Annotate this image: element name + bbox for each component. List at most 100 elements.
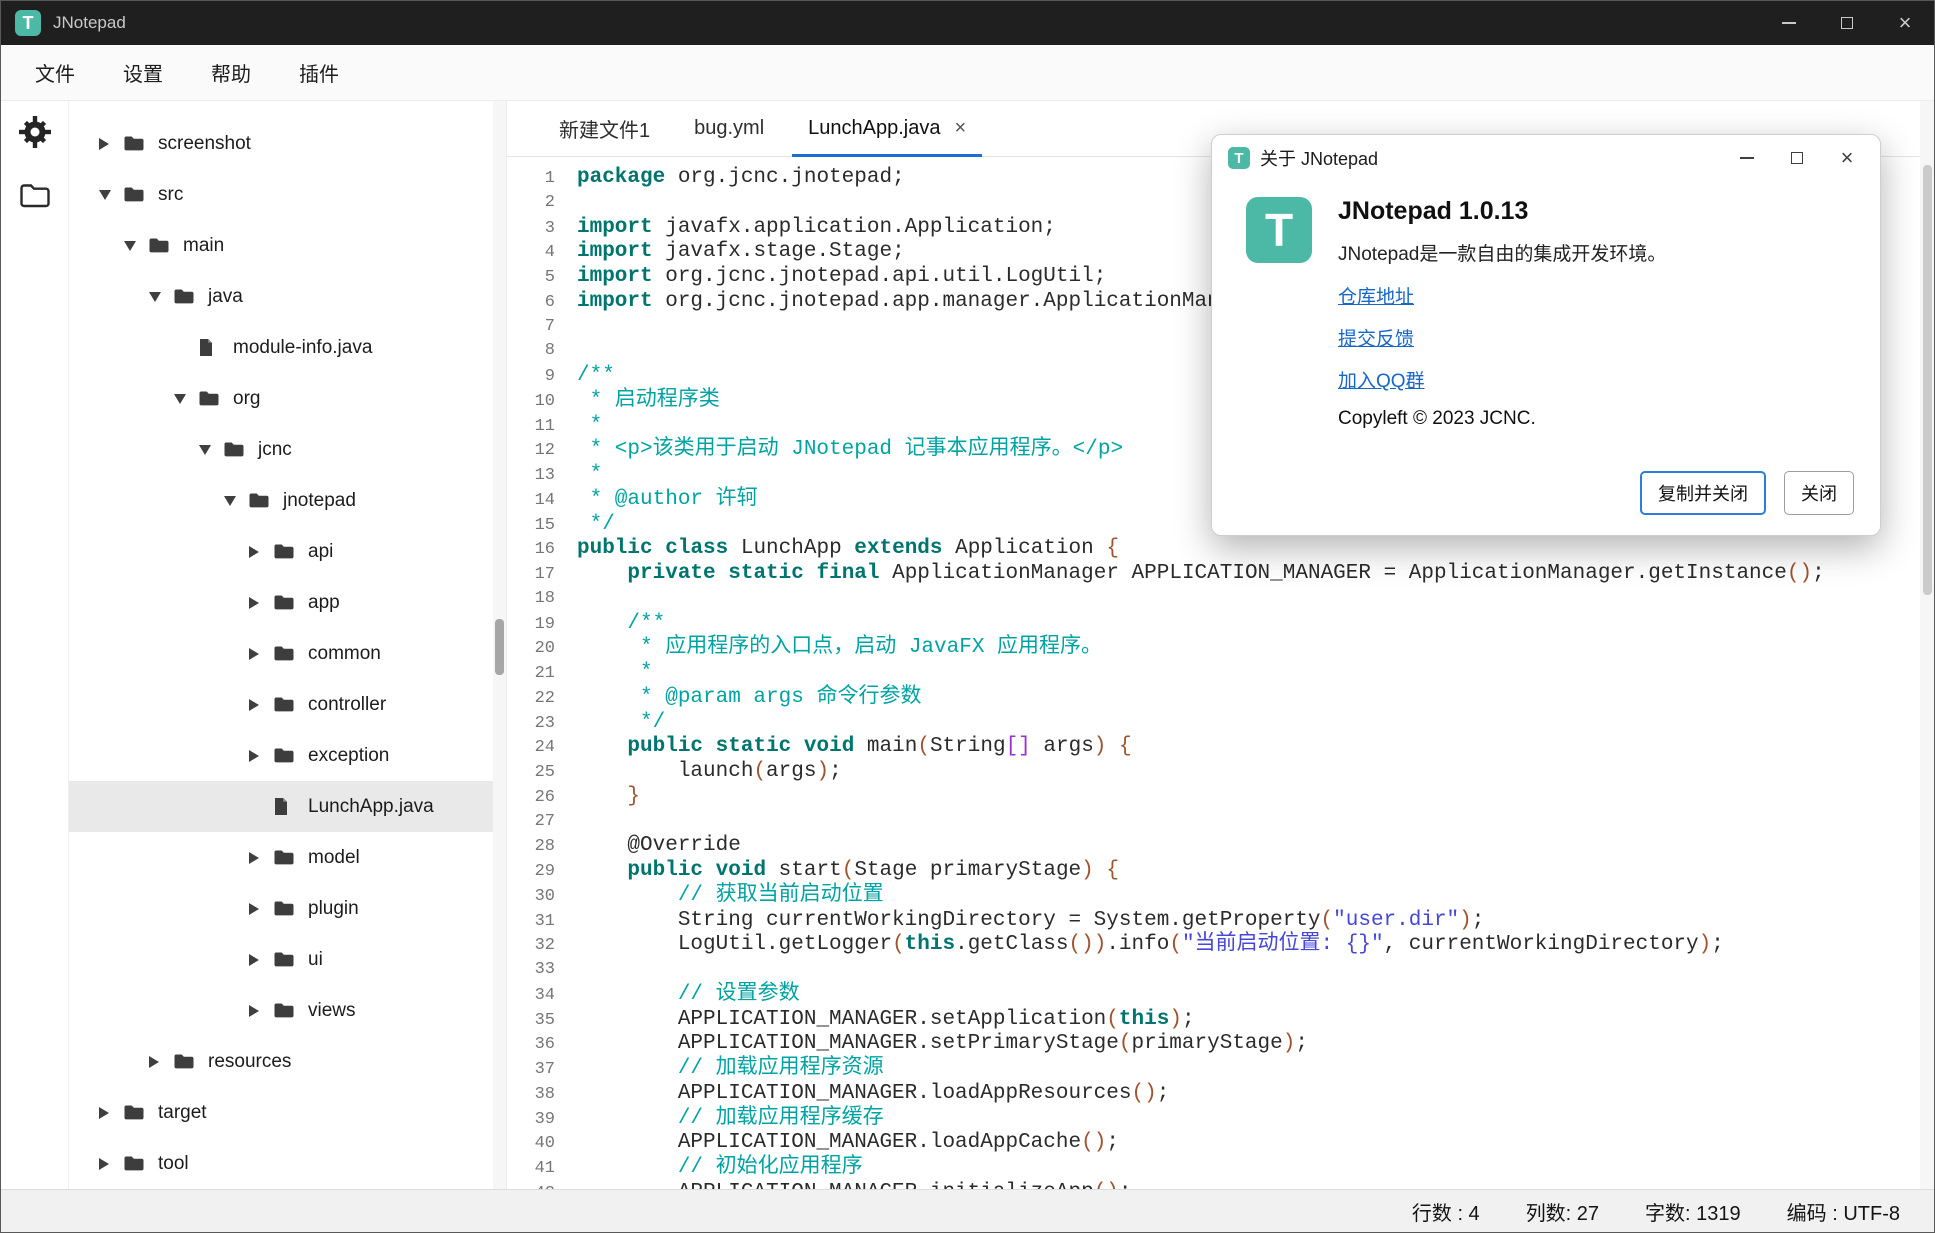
tree-item-model[interactable]: model xyxy=(69,832,506,883)
close-button[interactable]: × xyxy=(1876,1,1934,45)
tree-item-org[interactable]: org xyxy=(69,373,506,424)
tree-item-tool[interactable]: tool xyxy=(69,1138,506,1189)
tab-bug-yml[interactable]: bug.yml xyxy=(672,101,786,156)
chevron-down-icon[interactable] xyxy=(174,394,198,404)
tree-item-plugin[interactable]: plugin xyxy=(69,883,506,934)
line-number: 18 xyxy=(507,587,555,612)
chevron-right-icon[interactable] xyxy=(249,546,273,558)
chevron-right-icon[interactable] xyxy=(249,852,273,864)
tree-item-app[interactable]: app xyxy=(69,577,506,628)
chevron-right-icon[interactable] xyxy=(249,699,273,711)
code-text: APPLICATION_MANAGER.setPrimaryStage(prim… xyxy=(577,1032,1308,1057)
tree-item-label: ui xyxy=(308,949,323,971)
menu-item-settings[interactable]: 设置 xyxy=(99,45,187,100)
line-number: 5 xyxy=(507,266,555,291)
app-logo: T xyxy=(15,10,41,36)
chevron-right-icon[interactable] xyxy=(249,597,273,609)
chevron-right-icon[interactable] xyxy=(249,750,273,762)
editor-scrollbar[interactable] xyxy=(1920,101,1934,1189)
dialog-links: 仓库地址提交反馈加入QQ群 xyxy=(1338,282,1666,393)
tree-item-main[interactable]: main xyxy=(69,220,506,271)
close-button[interactable]: 关闭 xyxy=(1784,471,1854,515)
link-qq-group[interactable]: 加入QQ群 xyxy=(1338,366,1425,393)
chevron-right-icon[interactable] xyxy=(99,1107,123,1119)
tree-item-lunchapp-java[interactable]: LunchApp.java xyxy=(69,781,506,832)
editor-scrollbar-thumb[interactable] xyxy=(1923,165,1932,595)
chevron-right-icon[interactable] xyxy=(249,903,273,915)
tree-item-module-info-java[interactable]: module-info.java xyxy=(69,322,506,373)
tree-item-ui[interactable]: ui xyxy=(69,934,506,985)
close-button[interactable]: × xyxy=(1822,135,1872,181)
minimize-button[interactable] xyxy=(1722,135,1772,181)
code-text: APPLICATION_MANAGER.setApplication(this)… xyxy=(577,1008,1195,1033)
line-number: 11 xyxy=(507,415,555,440)
tree-item-java[interactable]: java xyxy=(69,271,506,322)
tab-lunchapp-java[interactable]: LunchApp.java× xyxy=(786,101,988,156)
copy-and-close-button[interactable]: 复制并关闭 xyxy=(1640,471,1766,515)
chevron-right-icon[interactable] xyxy=(99,138,123,150)
link-repo[interactable]: 仓库地址 xyxy=(1338,282,1414,309)
chevron-right-icon[interactable] xyxy=(249,954,273,966)
line-number: 24 xyxy=(507,736,555,761)
tree-item-controller[interactable]: controller xyxy=(69,679,506,730)
tree-item-screenshot[interactable]: screenshot xyxy=(69,118,506,169)
line-number: 26 xyxy=(507,786,555,811)
tree-item-resources[interactable]: resources xyxy=(69,1036,506,1087)
chevron-down-icon[interactable] xyxy=(224,496,248,506)
line-number: 33 xyxy=(507,958,555,983)
chevron-right-icon[interactable] xyxy=(249,1005,273,1017)
tree-item-jcnc[interactable]: jcnc xyxy=(69,424,506,475)
chevron-right-icon[interactable] xyxy=(149,1056,173,1068)
folder-icon xyxy=(223,441,249,458)
line-number: 41 xyxy=(507,1157,555,1182)
explorer-button[interactable] xyxy=(12,175,58,221)
code-line: 26 } xyxy=(507,785,1934,810)
close-icon[interactable]: × xyxy=(954,117,966,140)
maximize-button[interactable] xyxy=(1818,1,1876,45)
tab-new-file-1[interactable]: 新建文件1 xyxy=(537,101,672,156)
line-number: 27 xyxy=(507,810,555,835)
line-number: 22 xyxy=(507,687,555,712)
line-number: 21 xyxy=(507,662,555,687)
menu-item-plugins[interactable]: 插件 xyxy=(275,45,363,100)
tree-item-views[interactable]: views xyxy=(69,985,506,1036)
tree-item-common[interactable]: common xyxy=(69,628,506,679)
dialog-title: 关于 JNotepad xyxy=(1260,145,1378,171)
tree-item-exception[interactable]: exception xyxy=(69,730,506,781)
code-line: 22 * @param args 命令行参数 xyxy=(507,686,1934,711)
chevron-down-icon[interactable] xyxy=(99,190,123,200)
tree-item-label: common xyxy=(308,643,381,665)
code-line: 37 // 加载应用程序资源 xyxy=(507,1057,1934,1082)
tree-item-api[interactable]: api xyxy=(69,526,506,577)
menu-item-file[interactable]: 文件 xyxy=(11,45,99,100)
code-line: 29 public void start(Stage primaryStage)… xyxy=(507,859,1934,884)
link-feedback[interactable]: 提交反馈 xyxy=(1338,324,1414,351)
dialog-title-bar: T 关于 JNotepad × xyxy=(1212,135,1880,181)
minimize-button[interactable] xyxy=(1760,1,1818,45)
file-tree-inner: screenshotsrcmainjavamodule-info.javaorg… xyxy=(69,101,506,1189)
tree-scrollbar-thumb[interactable] xyxy=(495,619,504,675)
tree-scrollbar[interactable] xyxy=(493,101,506,1189)
tree-item-jnotepad[interactable]: jnotepad xyxy=(69,475,506,526)
gear-icon xyxy=(18,115,52,154)
code-text: * xyxy=(577,414,602,439)
chevron-down-icon[interactable] xyxy=(149,292,173,302)
code-text: // 初始化应用程序 xyxy=(577,1156,863,1181)
chevron-right-icon[interactable] xyxy=(99,1158,123,1170)
status-line-count: 行数 : 4 xyxy=(1412,1197,1480,1226)
settings-button[interactable] xyxy=(12,111,58,157)
line-number: 7 xyxy=(507,315,555,340)
code-line: 36 APPLICATION_MANAGER.setPrimaryStage(p… xyxy=(507,1032,1934,1057)
maximize-button[interactable] xyxy=(1772,135,1822,181)
line-number: 29 xyxy=(507,860,555,885)
chevron-right-icon[interactable] xyxy=(249,648,273,660)
menu-item-help[interactable]: 帮助 xyxy=(187,45,275,100)
chevron-down-icon[interactable] xyxy=(124,241,148,251)
tree-item-label: tool xyxy=(158,1153,189,1175)
code-line: 38 APPLICATION_MANAGER.loadAppResources(… xyxy=(507,1082,1934,1107)
chevron-down-icon[interactable] xyxy=(199,445,223,455)
tree-item-target[interactable]: target xyxy=(69,1087,506,1138)
code-line: 40 APPLICATION_MANAGER.loadAppCache(); xyxy=(507,1131,1934,1156)
tree-item-src[interactable]: src xyxy=(69,169,506,220)
tree-item-hidden-top[interactable] xyxy=(69,101,506,118)
